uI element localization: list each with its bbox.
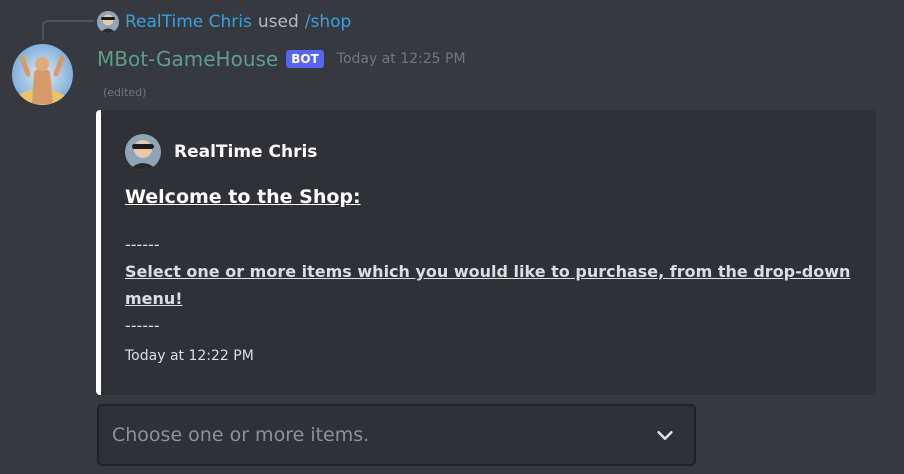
- separator-bottom: ------: [125, 316, 160, 335]
- reply-connector-line: [42, 20, 94, 40]
- reply-username[interactable]: RealTime Chris: [125, 12, 252, 32]
- embed-author-name: RealTime Chris: [174, 142, 318, 162]
- embed-title: Welcome to the Shop:: [125, 186, 361, 208]
- reply-command[interactable]: /shop: [305, 12, 352, 32]
- chevron-down-icon: [657, 430, 673, 440]
- embed-author: RealTime Chris: [125, 134, 317, 170]
- bot-username[interactable]: MBot-GameHouse: [97, 47, 278, 71]
- reply-used-text: used: [257, 12, 299, 32]
- embed-footer-timestamp: Today at 12:22 PM: [125, 348, 254, 364]
- message-timestamp: Today at 12:25 PM: [336, 51, 466, 67]
- command-reply-header: RealTime Chris used /shop: [97, 10, 351, 34]
- separator-top: ------: [125, 235, 160, 254]
- chat-view: RealTime Chris used /shop MBot-GameHouse…: [0, 0, 904, 474]
- select-placeholder: Choose one or more items.: [112, 424, 370, 446]
- edited-label: (edited): [103, 86, 147, 99]
- purchase-instructions: Select one or more items which you would…: [125, 262, 851, 308]
- items-select-menu[interactable]: Choose one or more items.: [97, 404, 696, 466]
- bot-badge: BOT: [286, 50, 324, 68]
- embed-description: ------ Select one or more items which yo…: [125, 231, 855, 339]
- bot-avatar[interactable]: [12, 44, 73, 105]
- reply-user-avatar[interactable]: [97, 11, 119, 33]
- embed-author-avatar: [125, 134, 161, 170]
- message-header: MBot-GameHouse BOT Today at 12:25 PM: [97, 44, 466, 74]
- shop-embed: RealTime Chris Welcome to the Shop: ----…: [96, 110, 876, 395]
